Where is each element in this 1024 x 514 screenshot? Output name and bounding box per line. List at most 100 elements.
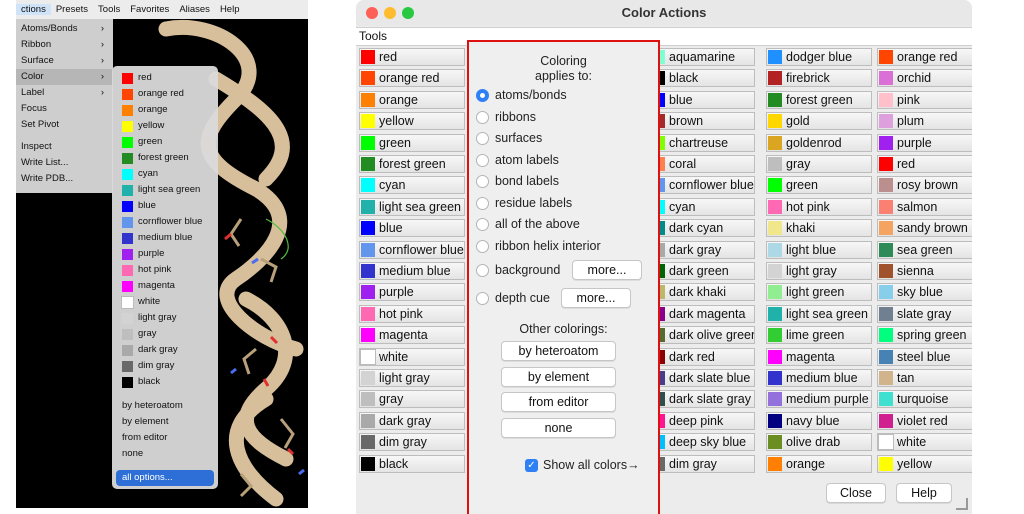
submenu-item-purple[interactable]: purple bbox=[112, 246, 218, 262]
color-button-white[interactable]: white bbox=[359, 347, 465, 366]
menubar-aliases[interactable]: Aliases bbox=[174, 4, 215, 15]
color-button-goldenrod[interactable]: goldenrod bbox=[766, 133, 872, 152]
menu-item-write-list[interactable]: Write List... bbox=[16, 155, 113, 171]
menubar-actions[interactable]: ctions bbox=[16, 4, 51, 15]
color-button-blue[interactable]: blue bbox=[649, 90, 755, 109]
radio-surfaces[interactable] bbox=[476, 132, 489, 145]
submenu-item-by-element[interactable]: by element bbox=[112, 414, 218, 430]
color-button-navy-blue[interactable]: navy blue bbox=[766, 411, 872, 430]
submenu-item-yellow[interactable]: yellow bbox=[112, 118, 218, 134]
color-button-khaki[interactable]: khaki bbox=[766, 219, 872, 238]
color-button-dark-red[interactable]: dark red bbox=[649, 347, 755, 366]
submenu-item-none[interactable]: none bbox=[112, 446, 218, 462]
submenu-item-medium-blue[interactable]: medium blue bbox=[112, 230, 218, 246]
color-button-olive-drab[interactable]: olive drab bbox=[766, 433, 872, 452]
color-button-light-sea-green[interactable]: light sea green bbox=[766, 304, 872, 323]
color-button-yellow[interactable]: yellow bbox=[877, 454, 972, 473]
color-button-dark-slate-gray[interactable]: dark slate gray bbox=[649, 390, 755, 409]
depth-cue-more-button[interactable]: more... bbox=[561, 288, 631, 308]
submenu-item-dark-gray[interactable]: dark gray bbox=[112, 342, 218, 358]
close-button[interactable]: Close bbox=[826, 483, 886, 503]
color-button-dark-green[interactable]: dark green bbox=[649, 262, 755, 280]
color-button-salmon[interactable]: salmon bbox=[877, 197, 972, 216]
color-button-dark-gray[interactable]: dark gray bbox=[359, 411, 465, 430]
color-button-gray[interactable]: gray bbox=[766, 155, 872, 173]
color-button-medium-blue[interactable]: medium blue bbox=[359, 262, 465, 280]
color-button-gray[interactable]: gray bbox=[359, 390, 465, 409]
color-button-lime-green[interactable]: lime green bbox=[766, 326, 872, 345]
color-button-forest-green[interactable]: forest green bbox=[766, 90, 872, 109]
color-button-spring-green[interactable]: spring green bbox=[877, 326, 972, 345]
color-button-dark-magenta[interactable]: dark magenta bbox=[649, 304, 755, 323]
help-button[interactable]: Help bbox=[896, 483, 952, 503]
color-button-sandy-brown[interactable]: sandy brown bbox=[877, 219, 972, 238]
color-button-coral[interactable]: coral bbox=[649, 155, 755, 173]
menu-item-surface[interactable]: Surface › bbox=[16, 53, 113, 69]
color-button-forest-green[interactable]: forest green bbox=[359, 155, 465, 173]
color-button-pink[interactable]: pink bbox=[877, 90, 972, 109]
menu-item-focus[interactable]: Focus bbox=[16, 101, 113, 117]
color-button-cyan[interactable]: cyan bbox=[359, 176, 465, 195]
color-button-medium-blue[interactable]: medium blue bbox=[766, 369, 872, 387]
menubar-tools[interactable]: Tools bbox=[93, 4, 125, 15]
color-button-deep-pink[interactable]: deep pink bbox=[649, 411, 755, 430]
color-button-purple[interactable]: purple bbox=[877, 133, 972, 152]
color-button-cornflower-blue[interactable]: cornflower blue bbox=[649, 176, 755, 195]
by-element-button[interactable]: by element bbox=[501, 367, 616, 387]
color-button-slate-gray[interactable]: slate gray bbox=[877, 304, 972, 323]
color-button-light-gray[interactable]: light gray bbox=[766, 262, 872, 280]
color-button-red[interactable]: red bbox=[877, 155, 972, 173]
submenu-item-cyan[interactable]: cyan bbox=[112, 166, 218, 182]
submenu-item-from-editor[interactable]: from editor bbox=[112, 430, 218, 446]
menubar-favorites[interactable]: Favorites bbox=[125, 4, 174, 15]
color-button-sky-blue[interactable]: sky blue bbox=[877, 283, 972, 302]
color-button-orange[interactable]: orange bbox=[766, 454, 872, 473]
color-button-tan[interactable]: tan bbox=[877, 369, 972, 387]
color-button-cornflower-blue[interactable]: cornflower blue bbox=[359, 240, 465, 259]
color-button-medium-purple[interactable]: medium purple bbox=[766, 390, 872, 409]
submenu-item-by-heteroatom[interactable]: by heteroatom bbox=[112, 398, 218, 414]
submenu-item-red[interactable]: red bbox=[112, 70, 218, 86]
color-button-orange-red[interactable]: orange red bbox=[359, 69, 465, 88]
radio-bond-labels[interactable] bbox=[476, 175, 489, 188]
color-button-orange-red[interactable]: orange red bbox=[877, 48, 972, 66]
color-button-brown[interactable]: brown bbox=[649, 112, 755, 131]
submenu-item-cornflower-blue[interactable]: cornflower blue bbox=[112, 214, 218, 230]
color-button-dark-cyan[interactable]: dark cyan bbox=[649, 219, 755, 238]
color-button-chartreuse[interactable]: chartreuse bbox=[649, 133, 755, 152]
menubar-presets[interactable]: Presets bbox=[51, 4, 93, 15]
submenu-item-magenta[interactable]: magenta bbox=[112, 278, 218, 294]
color-button-plum[interactable]: plum bbox=[877, 112, 972, 131]
color-button-dim-gray[interactable]: dim gray bbox=[649, 454, 755, 473]
color-button-black[interactable]: black bbox=[649, 69, 755, 88]
color-button-dodger-blue[interactable]: dodger blue bbox=[766, 48, 872, 66]
radio-atom-labels[interactable] bbox=[476, 153, 489, 167]
radio-residue-labels[interactable] bbox=[476, 196, 489, 210]
radio-all-of-the-above[interactable] bbox=[476, 218, 489, 231]
color-button-hot-pink[interactable]: hot pink bbox=[766, 197, 872, 216]
color-button-violet-red[interactable]: violet red bbox=[877, 411, 972, 430]
submenu-item-light-sea-green[interactable]: light sea green bbox=[112, 182, 218, 198]
color-button-dark-khaki[interactable]: dark khaki bbox=[649, 283, 755, 302]
color-button-firebrick[interactable]: firebrick bbox=[766, 69, 872, 88]
color-button-green[interactable]: green bbox=[359, 133, 465, 152]
submenu-item-orange[interactable]: orange bbox=[112, 102, 218, 118]
resize-grip-icon[interactable] bbox=[956, 498, 968, 510]
color-button-cyan[interactable]: cyan bbox=[649, 197, 755, 216]
none-button[interactable]: none bbox=[501, 418, 616, 438]
menu-item-inspect[interactable]: Inspect bbox=[16, 139, 113, 155]
submenu-item-black[interactable]: black bbox=[112, 374, 218, 390]
radio-ribbon-helix-interior[interactable] bbox=[476, 239, 489, 253]
color-button-light-green[interactable]: light green bbox=[766, 283, 872, 302]
submenu-item-white[interactable]: white bbox=[112, 294, 218, 310]
submenu-item-forest-green[interactable]: forest green bbox=[112, 150, 218, 166]
color-button-black[interactable]: black bbox=[359, 454, 465, 473]
color-button-orchid[interactable]: orchid bbox=[877, 69, 972, 88]
color-button-dim-gray[interactable]: dim gray bbox=[359, 433, 465, 452]
menubar-help[interactable]: Help bbox=[215, 4, 245, 15]
menu-item-atoms-bonds[interactable]: Atoms/Bonds › bbox=[16, 21, 113, 37]
submenu-item-blue[interactable]: blue bbox=[112, 198, 218, 214]
radio-atoms-bonds[interactable] bbox=[476, 89, 489, 102]
color-button-dark-slate-blue[interactable]: dark slate blue bbox=[649, 369, 755, 387]
menu-item-ribbon[interactable]: Ribbon › bbox=[16, 37, 113, 53]
